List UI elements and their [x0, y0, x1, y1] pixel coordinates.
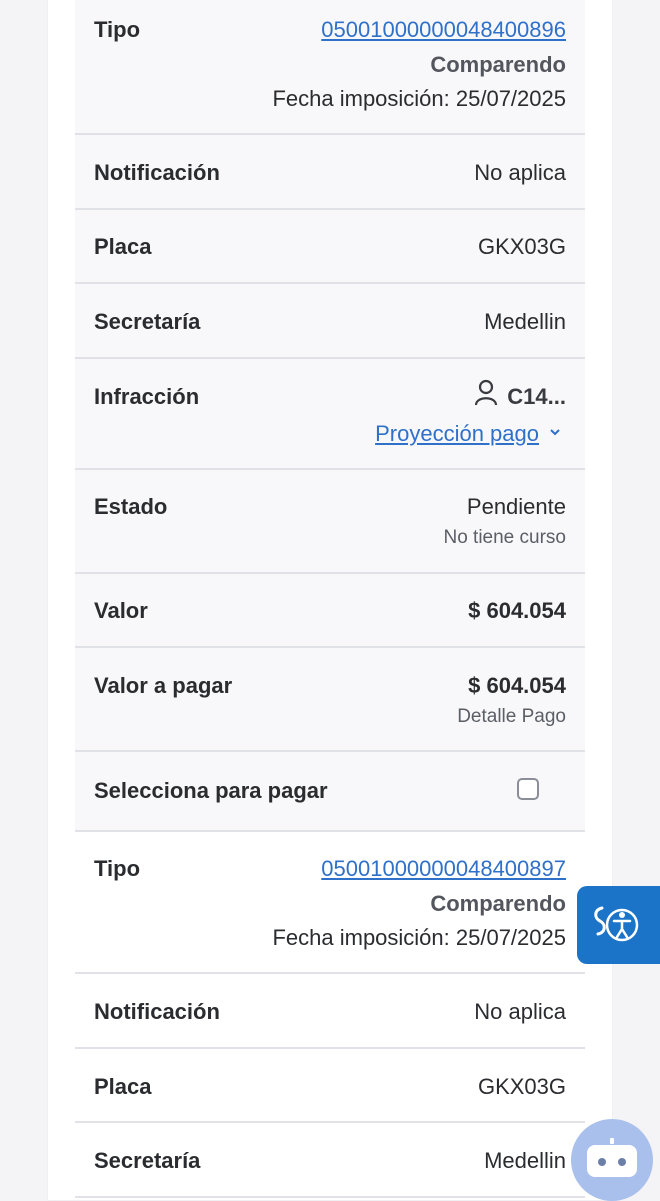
notificacion-label: Notificación [94, 999, 220, 1024]
row-selecciona: Selecciona para pagar [75, 752, 585, 832]
secretaria-value: Medellin [484, 1148, 566, 1173]
secretaria-value: Medellin [484, 309, 566, 334]
selecciona-label: Selecciona para pagar [94, 778, 328, 803]
row-valor: Valor $ 604.054 [75, 574, 585, 648]
row-notificacion: Notificación No aplica [75, 974, 585, 1049]
estado-label: Estado [94, 494, 168, 519]
comparendo-number-link[interactable]: 05001000000048400896 [321, 17, 566, 43]
tipo-label: Tipo [94, 17, 141, 42]
secretaria-label: Secretaría [94, 309, 201, 334]
row-tipo: Tipo 05001000000048400896 Comparendo Fec… [75, 0, 585, 135]
proyeccion-pago-link[interactable]: Proyección pago [375, 421, 539, 447]
fecha-imposicion: Fecha imposición: 25/07/2025 [272, 925, 566, 950]
accessibility-icon [588, 900, 644, 955]
placa-value: GKX03G [477, 1074, 566, 1099]
row-tipo: Tipo 05001000000048400897 Comparendo Fec… [75, 832, 585, 974]
placa-label: Placa [94, 234, 152, 259]
detalle-pago-link[interactable]: Detalle Pago [457, 706, 566, 728]
valor-value: $ 604.054 [468, 598, 566, 623]
notificacion-label: Notificación [94, 160, 220, 185]
row-estado: Estado Pendiente No tiene curso [75, 470, 585, 574]
secretaria-label: Secretaría [94, 1148, 201, 1173]
tipo-kind: Comparendo [430, 891, 566, 916]
placa-label: Placa [94, 1074, 152, 1099]
estado-sub: No tiene curso [443, 527, 566, 548]
row-placa: Placa GKX03G [75, 1049, 585, 1123]
row-notificacion: Notificación No aplica [75, 135, 585, 210]
notificacion-value: No aplica [474, 160, 566, 185]
infraccion-value[interactable]: C14... [507, 384, 566, 410]
placa-value: GKX03G [477, 234, 566, 259]
user-icon [474, 379, 498, 407]
estado-value: Pendiente [466, 494, 566, 519]
row-valor-pagar: Valor a pagar $ 604.054 Detalle Pago [75, 648, 585, 752]
chatbot-button[interactable] [571, 1119, 653, 1201]
robot-icon [584, 1138, 640, 1189]
accessibility-button[interactable] [577, 886, 660, 964]
row-infraccion: Infracción C14... Proyección pago [75, 359, 585, 470]
select-to-pay-checkbox[interactable] [517, 778, 539, 800]
fecha-imposicion: Fecha imposición: 25/07/2025 [272, 86, 566, 111]
valor-pagar-value: $ 604.054 [468, 673, 566, 698]
tipo-label: Tipo [94, 856, 141, 881]
notificacion-value: No aplica [474, 999, 566, 1024]
chevron-down-icon[interactable] [547, 424, 563, 440]
valor-label: Valor [94, 598, 148, 623]
row-placa: Placa GKX03G [75, 210, 585, 284]
infraccion-label: Infracción [94, 384, 200, 409]
comparendo-number-link[interactable]: 05001000000048400897 [321, 856, 566, 882]
tipo-kind: Comparendo [430, 52, 566, 77]
valor-pagar-label: Valor a pagar [94, 673, 233, 698]
row-secretaria: Secretaría Medellin [75, 1123, 585, 1198]
row-secretaria: Secretaría Medellin [75, 284, 585, 359]
